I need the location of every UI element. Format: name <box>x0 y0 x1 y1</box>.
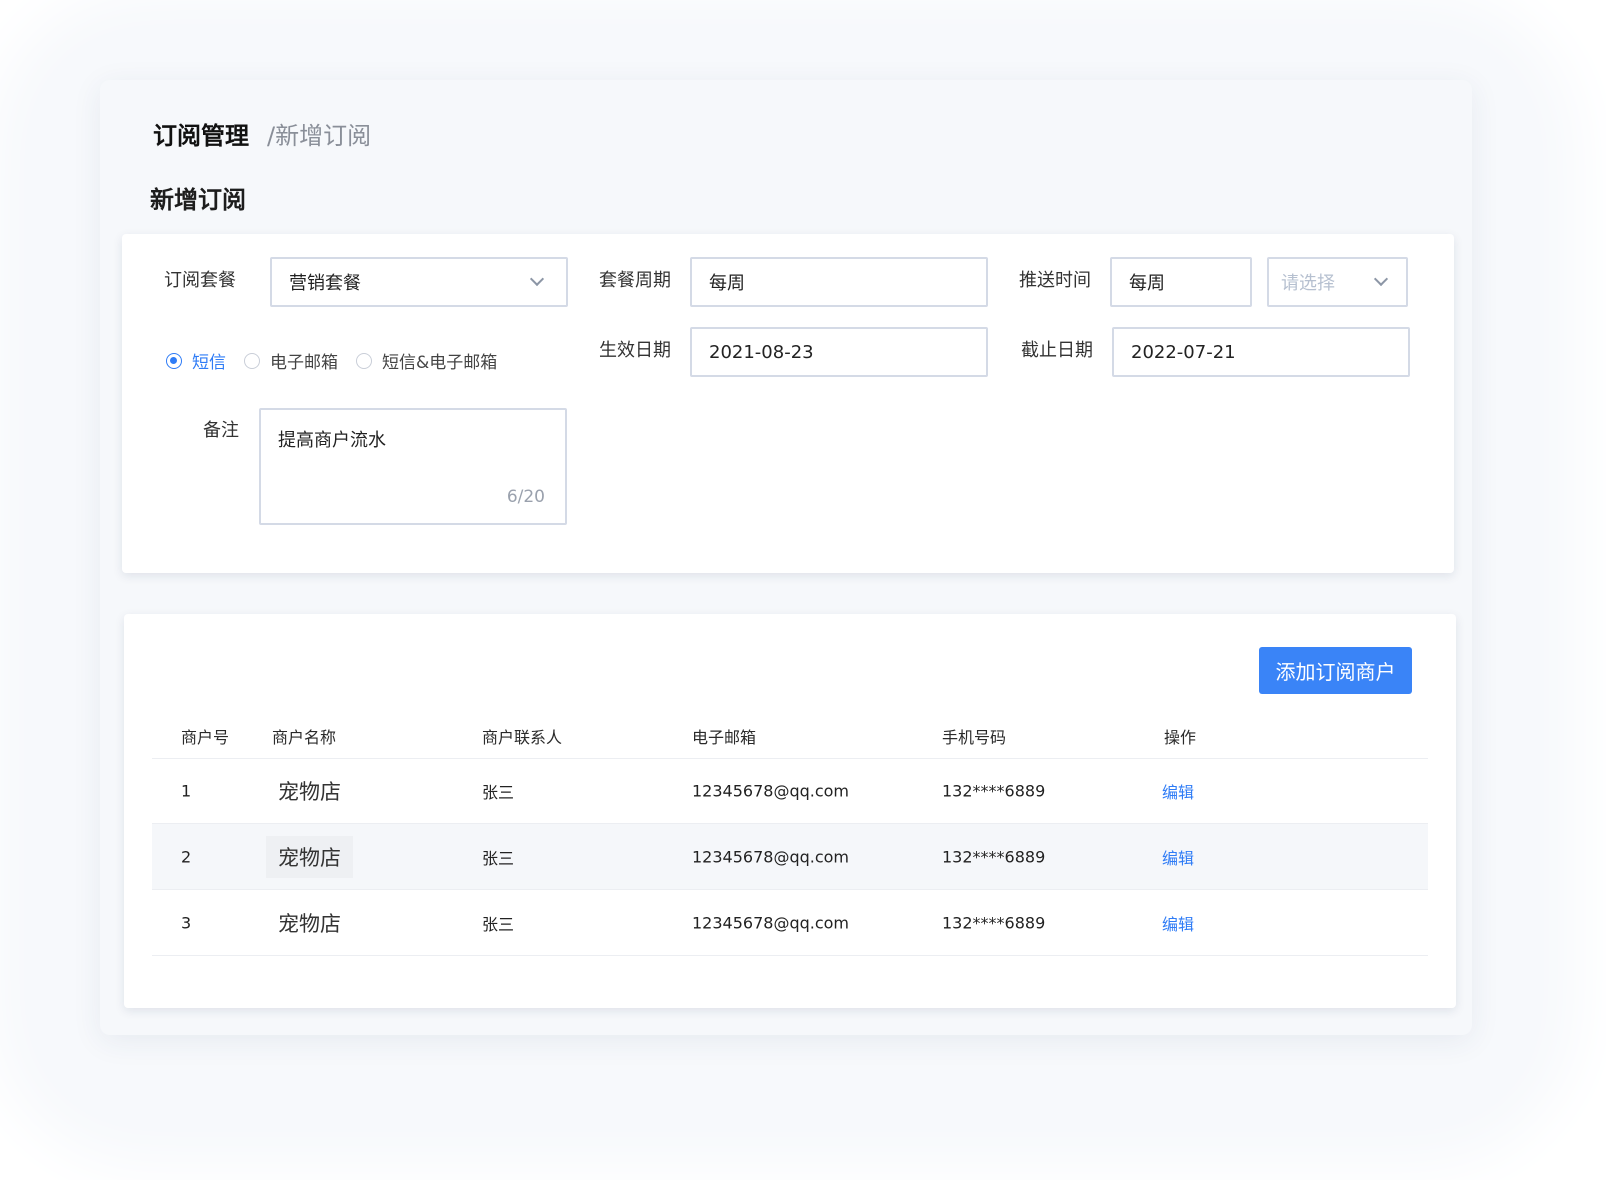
start-date-label: 生效日期 <box>599 340 671 361</box>
cell-phone: 132****6889 <box>942 781 1046 801</box>
table-row: 2 宠物店 张三 12345678@qq.com 132****6889 编辑 <box>152 824 1428 890</box>
column-header-phone: 手机号码 <box>942 728 1007 747</box>
edit-link[interactable]: 编辑 <box>1162 845 1194 869</box>
start-date-value: 2021-08-23 <box>709 341 814 363</box>
table-row: 1 宠物店 张三 12345678@qq.com 132****6889 编辑 <box>152 758 1428 824</box>
cell-contact: 张三 <box>482 914 515 934</box>
end-date-input[interactable]: 2022-07-21 <box>1112 327 1410 377</box>
cell-contact: 张三 <box>482 848 515 868</box>
table-row: 3 宠物店 张三 12345678@qq.com 132****6889 编辑 <box>152 890 1428 956</box>
add-merchant-button[interactable]: 添加订阅商户 <box>1259 647 1412 694</box>
breadcrumb: 订阅管理/新增订阅 <box>153 120 371 152</box>
cell-contact: 张三 <box>482 783 515 802</box>
channel-radio-group: 短信 电子邮箱 短信&电子邮箱 <box>166 348 515 373</box>
note-label: 备注 <box>203 420 239 441</box>
cell-id: 3 <box>181 913 192 932</box>
column-header-email: 电子邮箱 <box>692 728 757 747</box>
note-value: 提高商户流水 <box>278 430 386 451</box>
chevron-down-icon <box>1373 271 1389 287</box>
period-label: 套餐周期 <box>599 270 671 291</box>
radio-sms[interactable]: 短信 <box>166 348 226 373</box>
radio-icon <box>244 352 260 369</box>
cell-phone: 132****6889 <box>942 847 1046 866</box>
push-time-select[interactable]: 请选择 <box>1267 257 1408 307</box>
period-input-value: 每周 <box>709 273 745 294</box>
edit-link[interactable]: 编辑 <box>1162 779 1194 803</box>
cell-name: 宠物店 <box>278 780 341 804</box>
push-frequency-input[interactable]: 每周 <box>1110 257 1252 307</box>
push-time-label: 推送时间 <box>1019 270 1091 291</box>
edit-link[interactable]: 编辑 <box>1162 911 1194 935</box>
note-char-count: 6/20 <box>506 487 545 507</box>
column-header-id: 商户号 <box>181 728 230 747</box>
radio-icon <box>166 352 182 369</box>
cell-id: 1 <box>181 781 192 801</box>
radio-sms-label: 短信 <box>192 353 226 373</box>
start-date-input[interactable]: 2021-08-23 <box>690 327 988 377</box>
cell-email: 12345678@qq.com <box>692 847 850 866</box>
column-header-name: 商户名称 <box>272 728 337 747</box>
cell-email: 12345678@qq.com <box>692 781 850 801</box>
push-frequency-value: 每周 <box>1129 273 1165 294</box>
package-label: 订阅套餐 <box>164 270 236 291</box>
column-header-action: 操作 <box>1164 728 1197 747</box>
chevron-down-icon <box>529 271 545 287</box>
radio-sms-email[interactable]: 短信&电子邮箱 <box>356 348 497 373</box>
end-date-value: 2022-07-21 <box>1131 341 1236 363</box>
note-textarea[interactable]: 提高商户流水 6/20 <box>259 408 567 525</box>
breadcrumb-current: /新增订阅 <box>267 122 372 150</box>
radio-icon <box>356 352 372 369</box>
radio-email[interactable]: 电子邮箱 <box>244 348 338 373</box>
push-time-placeholder: 请选择 <box>1281 273 1335 294</box>
breadcrumb-root[interactable]: 订阅管理 <box>153 122 249 150</box>
cell-phone: 132****6889 <box>942 913 1046 932</box>
radio-sms-email-label: 短信&电子邮箱 <box>382 353 498 373</box>
end-date-label: 截止日期 <box>1021 340 1093 361</box>
period-input[interactable]: 每周 <box>690 257 988 307</box>
cell-name: 宠物店 <box>266 835 353 878</box>
cell-email: 12345678@qq.com <box>692 913 850 932</box>
page-title: 新增订阅 <box>150 186 246 214</box>
radio-email-label: 电子邮箱 <box>270 353 338 373</box>
package-select[interactable]: 营销套餐 <box>270 257 568 307</box>
column-header-contact: 商户联系人 <box>482 728 563 747</box>
cell-name: 宠物店 <box>278 911 341 936</box>
package-select-value: 营销套餐 <box>289 273 361 294</box>
cell-id: 2 <box>181 847 192 866</box>
